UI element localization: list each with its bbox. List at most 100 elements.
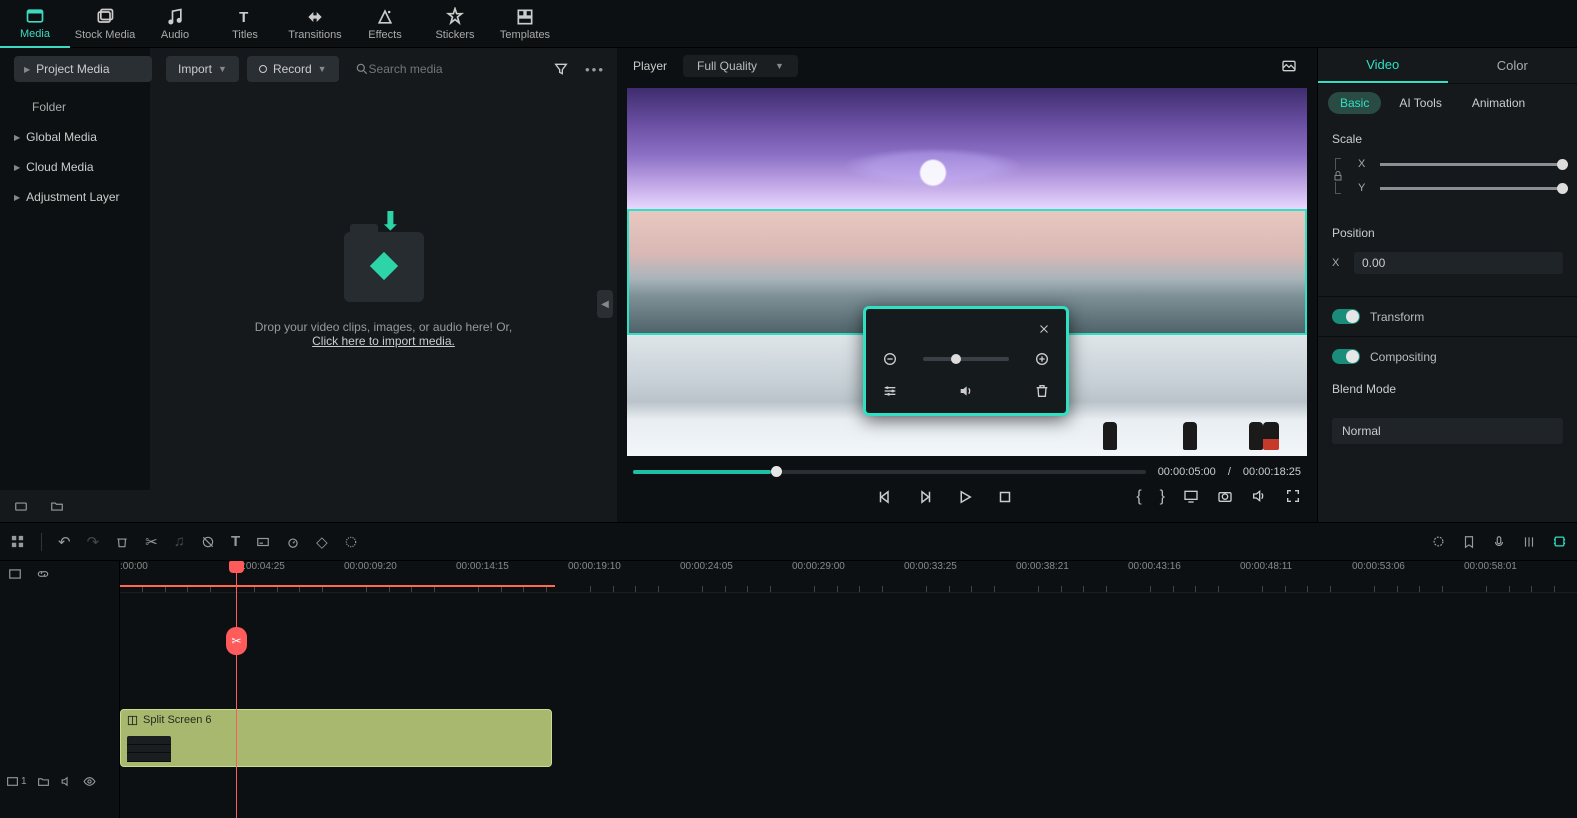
- next-frame-button[interactable]: [916, 488, 934, 506]
- import-button[interactable]: Import ▼: [166, 56, 239, 82]
- tab-stickers[interactable]: Stickers: [420, 0, 490, 48]
- undo-button[interactable]: ↶: [58, 533, 71, 551]
- media-drop-zone[interactable]: ⬇ Drop your video clips, images, or audi…: [150, 90, 617, 490]
- prev-frame-button[interactable]: [876, 488, 894, 506]
- tab-video[interactable]: Video: [1318, 48, 1448, 83]
- tab-templates-label: Templates: [500, 29, 550, 41]
- tab-templates[interactable]: Templates: [490, 0, 560, 48]
- search-field[interactable]: [347, 58, 541, 80]
- ruler-tick: 00:00:19:10: [568, 561, 621, 572]
- track-visibility-button[interactable]: [83, 775, 96, 788]
- slider-thumb[interactable]: [1557, 159, 1568, 170]
- position-x-input[interactable]: [1354, 252, 1563, 274]
- player-progress-bar[interactable]: [633, 470, 1146, 474]
- snapshot-button[interactable]: [1217, 488, 1233, 506]
- slider-thumb[interactable]: [951, 354, 961, 364]
- timeline-playhead[interactable]: ✂: [236, 561, 237, 818]
- folder-item[interactable]: Folder: [4, 94, 146, 120]
- sidebar-global-media[interactable]: ▶Global Media: [4, 124, 146, 150]
- position-label: Position: [1332, 226, 1563, 240]
- new-folder-button[interactable]: [10, 495, 32, 517]
- keyframe-button[interactable]: ◇: [316, 533, 328, 551]
- tab-media[interactable]: Media: [0, 0, 70, 48]
- filter-icon: [553, 61, 569, 77]
- volume-button[interactable]: [1251, 488, 1267, 506]
- speaker-icon: [1251, 488, 1267, 504]
- ruler-tick: 00:00:09:20: [344, 561, 397, 572]
- link-button[interactable]: [36, 567, 50, 581]
- timeline-tracks[interactable]: :00:0000:00:04:2500:00:09:2000:00:14:150…: [120, 561, 1577, 818]
- fullscreen-button[interactable]: [1285, 488, 1301, 506]
- position-x-label: X: [1332, 257, 1344, 269]
- progress-thumb[interactable]: [771, 466, 782, 477]
- track-mute-button[interactable]: [60, 775, 73, 788]
- play-button[interactable]: [956, 488, 974, 506]
- record-label: Record: [273, 62, 312, 76]
- timeline-ruler[interactable]: :00:0000:00:04:2500:00:09:2000:00:14:150…: [120, 561, 1577, 593]
- stop-button[interactable]: [996, 488, 1014, 506]
- folder-button[interactable]: [46, 495, 68, 517]
- tab-stock-media[interactable]: Stock Media: [70, 0, 140, 48]
- mute-button[interactable]: [954, 379, 978, 403]
- quality-dropdown[interactable]: Full Quality ▼: [683, 55, 798, 77]
- sidebar-adjustment-layer[interactable]: ▶Adjustment Layer: [4, 184, 146, 210]
- mark-out-button[interactable]: }: [1160, 488, 1165, 506]
- folder-icon: [37, 775, 50, 788]
- marker-button[interactable]: [1462, 535, 1476, 549]
- scale-x-slider[interactable]: [1380, 163, 1563, 166]
- snapshot-settings-button[interactable]: [1277, 54, 1301, 78]
- split-button[interactable]: ✂: [145, 533, 158, 551]
- transform-toggle[interactable]: [1332, 309, 1360, 324]
- more-button[interactable]: •••: [581, 58, 609, 81]
- filter-button[interactable]: [549, 57, 573, 81]
- grid-view-button[interactable]: [10, 534, 25, 549]
- subtab-animation[interactable]: Animation: [1460, 92, 1537, 114]
- link-xy-button[interactable]: [1332, 158, 1344, 206]
- playhead-cap[interactable]: [229, 561, 244, 573]
- track-video-icon[interactable]: 1: [6, 775, 27, 788]
- tab-titles[interactable]: T Titles: [210, 0, 280, 48]
- audio-tool-button[interactable]: ♫: [174, 533, 185, 550]
- redo-button[interactable]: ↷: [87, 533, 100, 551]
- mark-in-button[interactable]: {: [1136, 488, 1141, 506]
- tab-audio[interactable]: Audio: [140, 0, 210, 48]
- speed-button[interactable]: [286, 535, 300, 549]
- tab-color[interactable]: Color: [1448, 48, 1577, 83]
- delete-button[interactable]: [1030, 379, 1054, 403]
- adjust-button[interactable]: [878, 379, 902, 403]
- popup-close-button[interactable]: [1034, 319, 1054, 339]
- voiceover-button[interactable]: [1492, 535, 1506, 549]
- track-lock-button[interactable]: [37, 775, 50, 788]
- subtab-basic[interactable]: Basic: [1328, 92, 1381, 114]
- render-button[interactable]: [1431, 534, 1446, 549]
- ai-button[interactable]: [1552, 534, 1567, 549]
- display-button[interactable]: [1183, 488, 1199, 506]
- scale-y-slider[interactable]: [1380, 187, 1563, 190]
- zoom-out-button[interactable]: [878, 347, 902, 371]
- zoom-slider[interactable]: [923, 357, 1009, 361]
- compositing-toggle[interactable]: [1332, 349, 1360, 364]
- timeline-clip[interactable]: Split Screen 6: [120, 709, 552, 767]
- player-canvas[interactable]: [627, 88, 1307, 456]
- subtitle-button[interactable]: [256, 535, 270, 549]
- text-button[interactable]: T: [231, 533, 240, 550]
- delete-button[interactable]: [115, 535, 129, 549]
- sidebar-cloud-media[interactable]: ▶Cloud Media: [4, 154, 146, 180]
- tab-effects[interactable]: Effects: [350, 0, 420, 48]
- search-input[interactable]: [369, 62, 533, 76]
- import-link[interactable]: Click here to import media.: [312, 334, 455, 348]
- crop-button[interactable]: [201, 535, 215, 549]
- sidebar-project-media[interactable]: ▶ Project Media: [14, 56, 152, 82]
- chevron-down-icon: ▼: [218, 64, 227, 74]
- slider-thumb[interactable]: [1557, 183, 1568, 194]
- tab-transitions[interactable]: Transitions: [280, 0, 350, 48]
- collapse-panel-button[interactable]: ◀: [597, 290, 613, 318]
- color-button[interactable]: [344, 535, 358, 549]
- record-button[interactable]: Record ▼: [247, 56, 339, 82]
- mixer-button[interactable]: [1522, 535, 1536, 549]
- zoom-in-button[interactable]: [1030, 347, 1054, 371]
- subtab-ai-tools[interactable]: AI Tools: [1387, 92, 1453, 114]
- blend-mode-select[interactable]: Normal: [1332, 418, 1563, 444]
- split-handle[interactable]: ✂: [226, 627, 247, 655]
- timeline-settings-button[interactable]: [8, 567, 22, 581]
